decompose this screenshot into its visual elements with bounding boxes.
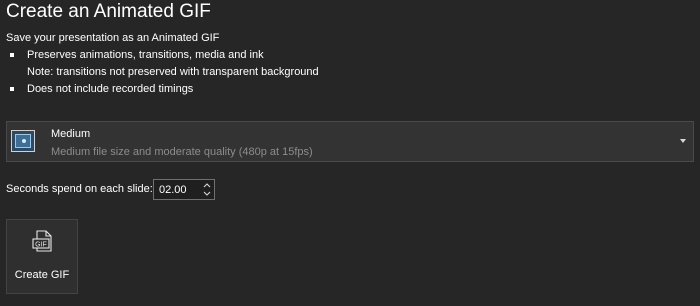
create-gif-label: Create GIF — [14, 269, 70, 281]
quality-dropdown[interactable]: Medium Medium file size and moderate qua… — [6, 121, 694, 162]
seconds-spinner — [153, 179, 215, 200]
quality-name: Medium — [51, 128, 91, 140]
create-gif-button[interactable]: GIF Create GIF — [6, 219, 78, 294]
gif-file-icon: GIF — [32, 230, 54, 254]
list-item-note: Note: transitions not preserved with tra… — [27, 66, 319, 78]
bullet-icon — [10, 87, 14, 91]
chevron-up-icon[interactable] — [203, 181, 211, 189]
list-item-text: Preserves animations, transitions, media… — [27, 49, 264, 61]
seconds-label: Seconds spend on each slide: — [6, 183, 153, 195]
list-item-text: Does not include recorded timings — [27, 83, 194, 95]
bullet-icon — [10, 53, 14, 57]
page-title: Create an Animated GIF — [6, 1, 211, 22]
seconds-input[interactable] — [154, 180, 200, 199]
chevron-down-icon[interactable] — [203, 190, 211, 198]
svg-text:GIF: GIF — [35, 241, 47, 248]
quality-description: Medium file size and moderate quality (4… — [51, 146, 313, 158]
screen-quality-icon — [11, 130, 35, 152]
chevron-down-icon — [680, 139, 686, 143]
intro-text: Save your presentation as an Animated GI… — [6, 32, 220, 44]
